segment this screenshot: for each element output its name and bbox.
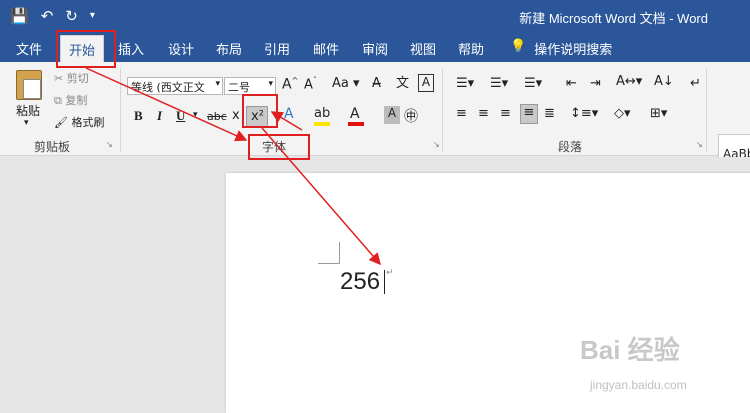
arrow-superscript-to-text [261,127,381,266]
arrow-font-to-superscript [270,111,303,131]
arrow-home-to-font [85,67,248,142]
annotation-arrows [85,67,381,266]
